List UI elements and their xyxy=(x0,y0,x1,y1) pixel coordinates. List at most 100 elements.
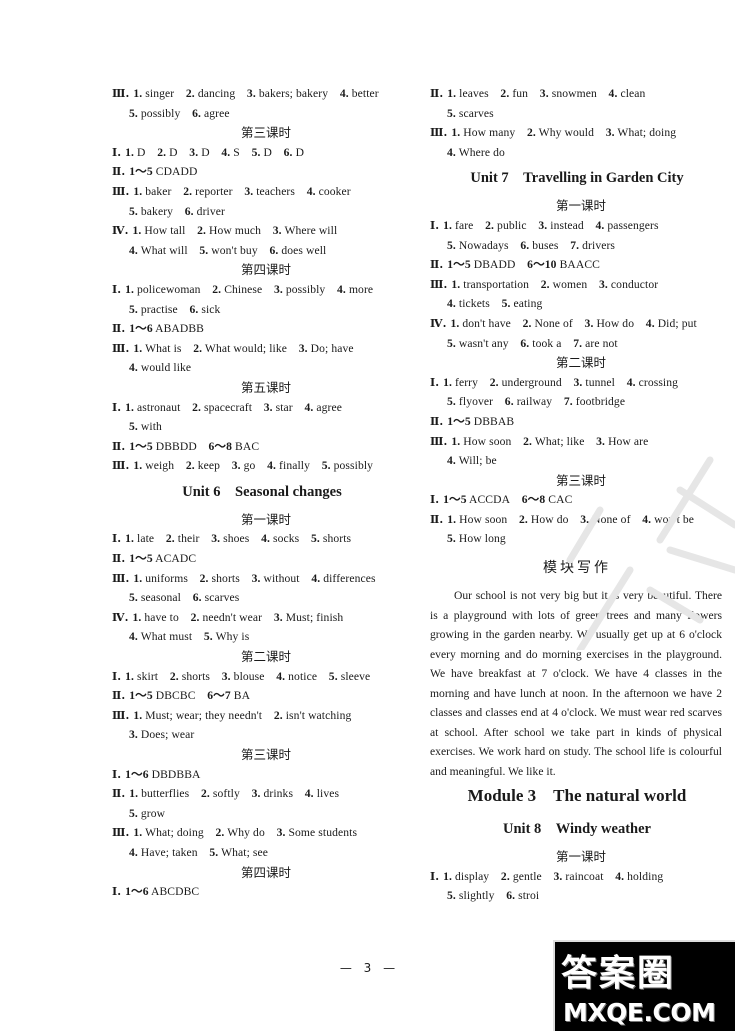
answer-number: 5. xyxy=(199,243,209,257)
section-number: Ⅱ xyxy=(112,787,122,801)
answer-text: Chinese xyxy=(224,282,263,296)
answer-number: 5. xyxy=(129,302,138,316)
answer-text: What is xyxy=(145,341,182,355)
answer-text: DBBDD xyxy=(155,439,197,453)
answer-number: 4. xyxy=(304,400,314,414)
section-number: Ⅱ xyxy=(112,322,122,336)
answer-text: Did; put xyxy=(657,316,697,330)
answer-number: 4. xyxy=(129,630,138,644)
answer-text: needn't wear xyxy=(202,610,263,624)
answer-text: railway xyxy=(516,395,553,409)
answer-number: 7. xyxy=(573,336,583,350)
answer-number: 1～5 xyxy=(447,414,471,428)
answer-number: 1. xyxy=(132,610,142,624)
answer-number: 2. xyxy=(157,145,167,159)
answer-number: 1～5 xyxy=(447,258,471,272)
section-number: Ⅱ xyxy=(112,165,122,179)
answer-text: without xyxy=(263,571,300,585)
answer-number: 1. xyxy=(125,669,135,683)
answer-number: 3. xyxy=(538,218,548,232)
answer-number: 1. xyxy=(125,400,135,414)
answer-number: 3. xyxy=(251,571,261,585)
answer-text: What; like xyxy=(534,434,585,448)
answer-line: 4. tickets 5. eating xyxy=(430,294,724,314)
answer-text: Some students xyxy=(288,826,358,840)
answer-number: 3. xyxy=(272,224,282,238)
answer-text: tunnel xyxy=(585,375,615,389)
answer-number: 4. xyxy=(595,218,605,232)
answer-number: 5. xyxy=(310,532,320,546)
answer-number: 3. xyxy=(221,669,231,683)
section-number: Ⅲ xyxy=(112,341,126,355)
answer-text: skirt xyxy=(137,669,159,683)
answer-text: spacecraft xyxy=(204,400,253,414)
answer-number: 1. xyxy=(133,341,143,355)
answer-text: finally xyxy=(279,459,310,473)
answer-number: 2. xyxy=(212,282,222,296)
answer-number: 4. xyxy=(276,669,286,683)
answer-text: What would; like xyxy=(204,341,288,355)
answer-number: 1. xyxy=(133,826,143,840)
answer-text: transportation xyxy=(463,277,530,291)
answer-text: fare xyxy=(455,218,474,232)
answer-number: 2. xyxy=(190,610,200,624)
answer-text: public xyxy=(497,218,527,232)
section-number: Ⅳ xyxy=(112,610,125,624)
answer-text: clean xyxy=(620,87,646,100)
answer-line: Ⅱ. 1～5 ACADC xyxy=(112,549,412,569)
answer-number: 4. xyxy=(608,87,618,100)
answer-text: uniforms xyxy=(145,571,188,585)
answer-number: 3. xyxy=(231,459,241,473)
answer-text: star xyxy=(275,400,293,414)
module-heading: Module 3 The natural world xyxy=(467,786,687,806)
answer-number: 1～6 xyxy=(125,885,149,899)
answer-number: 1～5 xyxy=(129,165,153,179)
answer-text: scarves xyxy=(458,106,494,120)
answer-text: late xyxy=(137,532,155,546)
answer-text: Why do xyxy=(227,826,265,840)
answer-number: 2. xyxy=(485,218,495,232)
answer-number: 1. xyxy=(451,277,461,291)
writing-heading: 模块写作 xyxy=(543,560,611,577)
answer-line: Ⅱ. 1. How soon 2. How do 3. None of 4. w… xyxy=(430,510,724,530)
answer-number: 1. xyxy=(447,87,457,100)
answer-text: practise xyxy=(140,302,178,316)
answer-text: ACCDA xyxy=(468,493,511,507)
answer-text: buses xyxy=(532,238,559,252)
answer-number: 6～10 xyxy=(527,258,557,272)
answer-number: 7. xyxy=(563,395,573,409)
answer-text: lives xyxy=(316,787,340,801)
answer-number: 2. xyxy=(273,708,283,722)
answer-text: Why is xyxy=(215,630,250,644)
answer-number: 5. xyxy=(447,395,456,409)
answer-number: 1. xyxy=(132,224,142,238)
answer-text: How many xyxy=(463,126,516,140)
answer-number: 4. xyxy=(306,184,316,198)
answer-text: BAC xyxy=(235,439,260,453)
answer-line: Ⅲ. 1. Must; wear; they needn't 2. isn't … xyxy=(112,706,412,726)
unit-heading: Unit 6 Seasonal changes xyxy=(182,483,342,500)
answer-text: D xyxy=(201,145,210,159)
answer-text: bakery xyxy=(140,204,174,218)
answer-line: 5. with xyxy=(112,417,412,437)
answer-number: 1～5 xyxy=(443,493,467,507)
answer-text: go xyxy=(243,459,256,473)
answer-line: Ⅲ. 1. transportation 2. women 3. conduct… xyxy=(430,275,724,295)
lesson-heading: 第一课时 xyxy=(555,198,606,214)
section-number: Ⅱ xyxy=(430,87,440,100)
answer-line: 4. Where do xyxy=(430,143,724,163)
answer-number: 4. xyxy=(615,869,625,883)
answer-text: ACADC xyxy=(155,552,197,566)
lesson-heading: 第二课时 xyxy=(240,649,291,665)
answer-text: tickets xyxy=(458,297,490,311)
answer-number: 5. xyxy=(209,845,219,859)
answer-line: Ⅲ. 1. baker 2. reporter 3. teachers 4. c… xyxy=(112,182,412,202)
answer-text: holding xyxy=(627,869,664,883)
answer-number: 1. xyxy=(125,282,135,296)
answer-line: Ⅳ. 1. How tall 2. How much 3. Where will xyxy=(112,221,412,241)
answer-number: 5. xyxy=(501,297,511,311)
answer-text: How are xyxy=(608,434,649,448)
answer-line: Ⅰ. 1～6 DBDBBA xyxy=(112,765,412,785)
answer-line: Ⅰ. 1. policewoman 2. Chinese 3. possibly… xyxy=(112,280,412,300)
answer-number: 1～5 xyxy=(129,439,153,453)
